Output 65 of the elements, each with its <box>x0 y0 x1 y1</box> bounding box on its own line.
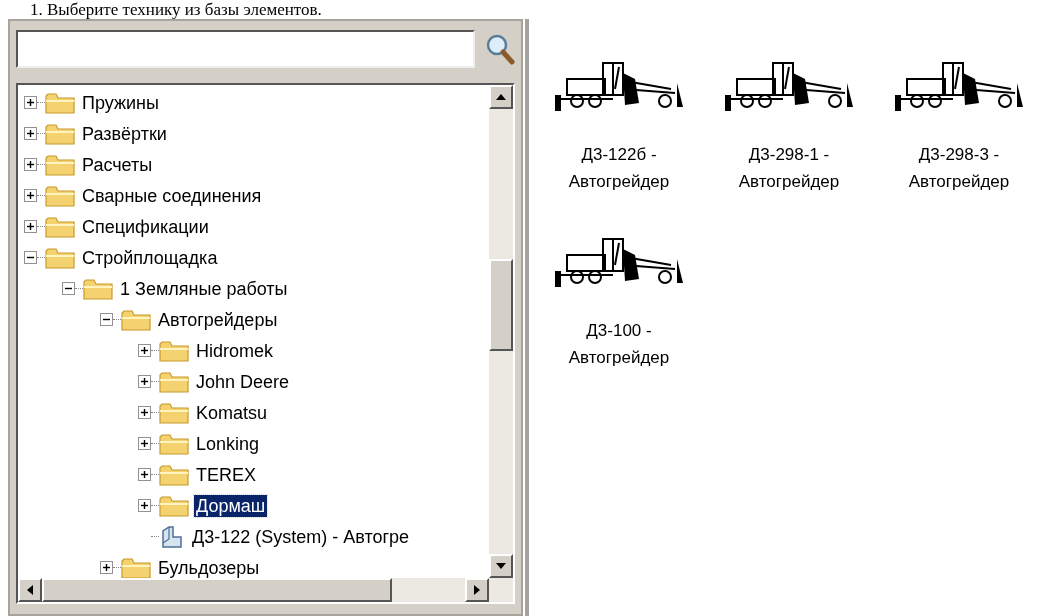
folder-icon <box>45 122 75 145</box>
expand-toggle[interactable] <box>138 499 151 512</box>
folder-icon <box>45 184 75 207</box>
element-label[interactable]: Д3-122б - Автогрейдер <box>549 141 689 195</box>
tree-item[interactable]: Сварные соединения <box>80 184 264 207</box>
collapse-toggle[interactable] <box>62 282 75 295</box>
expand-toggle[interactable] <box>24 127 37 140</box>
left-arrow-icon <box>27 585 33 595</box>
tree-item[interactable]: Спецификации <box>80 215 211 238</box>
block-icon <box>159 524 185 549</box>
scroll-down-button[interactable] <box>489 554 513 578</box>
scroll-thumb[interactable] <box>489 259 513 351</box>
element-label[interactable]: Д3-100 - Автогрейдер <box>549 317 689 371</box>
vertical-scrollbar[interactable] <box>489 85 513 578</box>
tree-item[interactable]: TEREX <box>194 463 258 486</box>
tree-item[interactable]: Развёртки <box>80 122 169 145</box>
scroll-thumb[interactable] <box>42 578 392 602</box>
folder-icon <box>159 432 189 455</box>
tree-item[interactable]: Пружины <box>80 91 161 114</box>
tree-item[interactable]: John Deere <box>194 370 292 393</box>
folder-icon <box>159 401 189 424</box>
up-arrow-icon <box>496 94 506 100</box>
tree-item[interactable]: Стройплощадка <box>80 246 220 269</box>
element-label[interactable]: Д3-298-1 - Автогрейдер <box>719 141 859 195</box>
tree-item[interactable]: Автогрейдеры <box>156 308 280 331</box>
scroll-up-button[interactable] <box>489 85 513 109</box>
collapse-toggle[interactable] <box>100 313 113 326</box>
tree-item[interactable]: Д3-122 (System) - Автогре <box>190 525 412 548</box>
tree-item[interactable]: Расчеты <box>80 153 155 176</box>
expand-toggle[interactable] <box>138 375 151 388</box>
folder-icon <box>45 153 75 176</box>
folder-icon <box>159 494 189 517</box>
caption: 1. Выберите технику из базы элементов. <box>29 0 323 19</box>
tree-item[interactable]: Hidromek <box>194 339 276 362</box>
folder-icon <box>159 370 189 393</box>
scroll-right-button[interactable] <box>465 578 489 602</box>
tree-item[interactable]: Lonking <box>194 432 262 455</box>
expand-toggle[interactable] <box>138 468 151 481</box>
tree-item[interactable]: Komatsu <box>194 401 270 424</box>
expand-toggle[interactable] <box>138 344 151 357</box>
folder-icon <box>45 91 75 114</box>
expand-toggle[interactable] <box>24 158 37 171</box>
expand-toggle[interactable] <box>24 220 37 233</box>
tree-item[interactable]: 1 Земляные работы <box>118 277 290 300</box>
element-label[interactable]: Д3-298-3 - Автогрейдер <box>889 141 1029 195</box>
folder-icon <box>83 277 113 300</box>
folder-icon <box>159 339 189 362</box>
folder-icon <box>159 463 189 486</box>
tree-item[interactable]: Бульдозеры <box>156 556 262 578</box>
right-arrow-icon <box>474 585 480 595</box>
expand-toggle[interactable] <box>138 406 151 419</box>
expand-toggle[interactable] <box>24 189 37 202</box>
scroll-left-button[interactable] <box>18 578 42 602</box>
expand-toggle[interactable] <box>100 561 113 574</box>
tree-item[interactable]: Дормаш <box>194 494 268 517</box>
expand-toggle[interactable] <box>138 437 151 450</box>
search-field[interactable] <box>16 30 475 68</box>
folder-icon <box>45 246 75 269</box>
folder-icon <box>45 215 75 238</box>
folder-icon <box>121 556 151 578</box>
folder-icon <box>121 308 151 331</box>
expand-toggle[interactable] <box>24 96 37 109</box>
search-icon[interactable] <box>485 33 515 65</box>
collapse-toggle[interactable] <box>24 251 37 264</box>
down-arrow-icon <box>496 563 506 569</box>
